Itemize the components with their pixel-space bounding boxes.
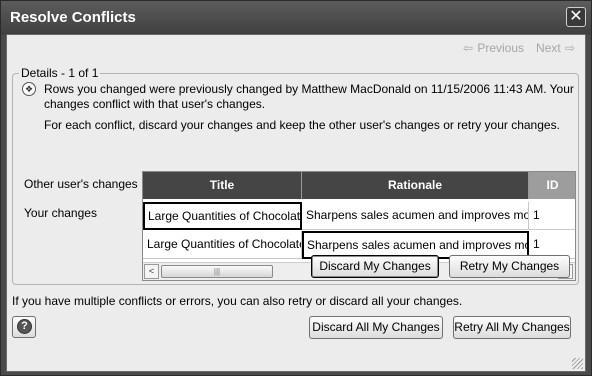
retry-my-changes-button[interactable]: Retry My Changes <box>449 255 570 278</box>
next-label: Next <box>536 41 561 55</box>
arrow-left-icon: ⇦ <box>462 41 474 55</box>
footer-note: If you have multiple conflicts or errors… <box>12 294 463 308</box>
conflict-instruction: For each conflict, discard your changes … <box>44 118 560 132</box>
help-icon: ? <box>17 319 32 334</box>
grid-cell[interactable]: 1 <box>529 202 575 230</box>
close-button[interactable]: ✕ <box>566 7 586 27</box>
discard-all-changes-button[interactable]: Discard All My Changes <box>309 316 443 339</box>
next-button[interactable]: Next ⇨ <box>536 41 576 55</box>
title-bar: Resolve Conflicts ✕ <box>1 1 591 35</box>
row-label-your-changes: Your changes <box>24 206 97 220</box>
help-button[interactable]: ? <box>12 316 36 338</box>
close-icon: ✕ <box>569 8 583 25</box>
grid-cell[interactable]: Sharpens sales acumen and improves moral… <box>302 202 529 230</box>
scrollbar-thumb[interactable]: ||| <box>161 265 273 278</box>
previous-button[interactable]: ⇦ Previous <box>462 41 524 55</box>
conflict-message-line1: Rows you changed were previously changed… <box>44 82 574 96</box>
details-group: Details - 1 of 1 ❖ Rows you changed were… <box>12 66 579 285</box>
dialog-body: ⇦ Previous Next ⇨ Details - 1 of 1 ❖ Row… <box>6 34 586 372</box>
retry-all-changes-button[interactable]: Retry All My Changes <box>453 316 571 339</box>
conflict-info-icon: ❖ <box>22 82 36 96</box>
resolve-conflicts-dialog: Resolve Conflicts ✕ ⇦ Previous Next ⇨ De… <box>0 0 592 376</box>
conflict-message-line2: changes conflict with that user's change… <box>44 97 266 111</box>
previous-label: Previous <box>477 41 525 55</box>
column-header-id[interactable]: ID <box>529 172 575 199</box>
grid-cell[interactable]: Large Quantities of Chocolate <box>143 231 302 259</box>
row-label-other-user: Other user's changes <box>24 177 138 191</box>
grid-cell[interactable]: Large Quantities of Chocolates <box>143 202 302 230</box>
details-legend: Details - 1 of 1 <box>19 66 101 80</box>
dialog-title: Resolve Conflicts <box>10 9 136 26</box>
column-header-rationale[interactable]: Rationale <box>302 172 529 199</box>
discard-my-changes-button[interactable]: Discard My Changes <box>311 255 439 278</box>
resize-grip[interactable] <box>572 358 583 369</box>
arrow-right-icon: ⇨ <box>565 41 576 55</box>
scroll-left-button[interactable]: < <box>144 264 159 279</box>
column-header-title[interactable]: Title <box>143 172 302 199</box>
